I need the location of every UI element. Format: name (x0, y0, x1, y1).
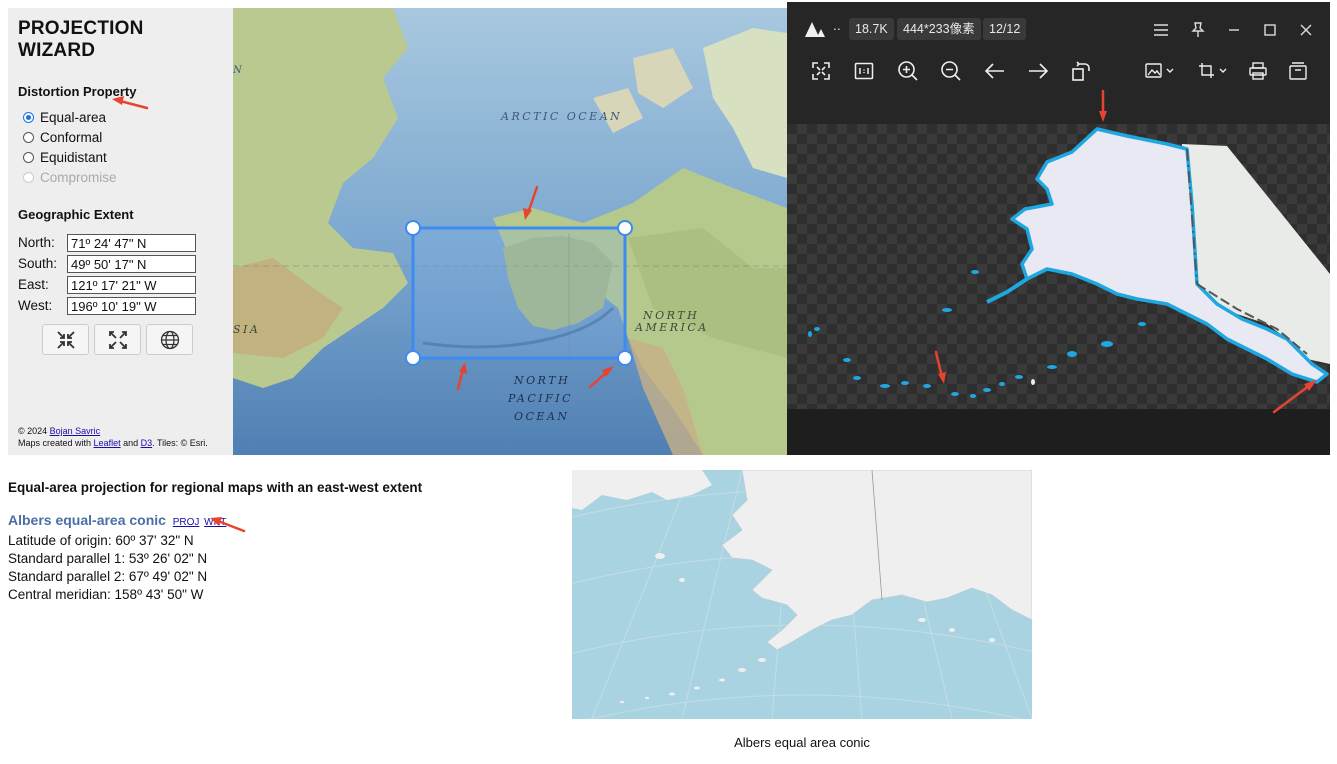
annotation-arrow (523, 208, 532, 220)
annotation-arrow (938, 372, 946, 384)
annotation-arrow (216, 519, 246, 533)
annotation-arrow (1272, 383, 1312, 414)
annotation-arrow (1099, 111, 1107, 122)
annotation-arrows (112, 89, 1317, 533)
annotation-arrow (459, 362, 467, 374)
annotation-arrow (112, 96, 124, 105)
annotation-arrow (210, 517, 222, 526)
annotation-arrow (118, 99, 149, 110)
annotation-arrow (526, 185, 539, 215)
